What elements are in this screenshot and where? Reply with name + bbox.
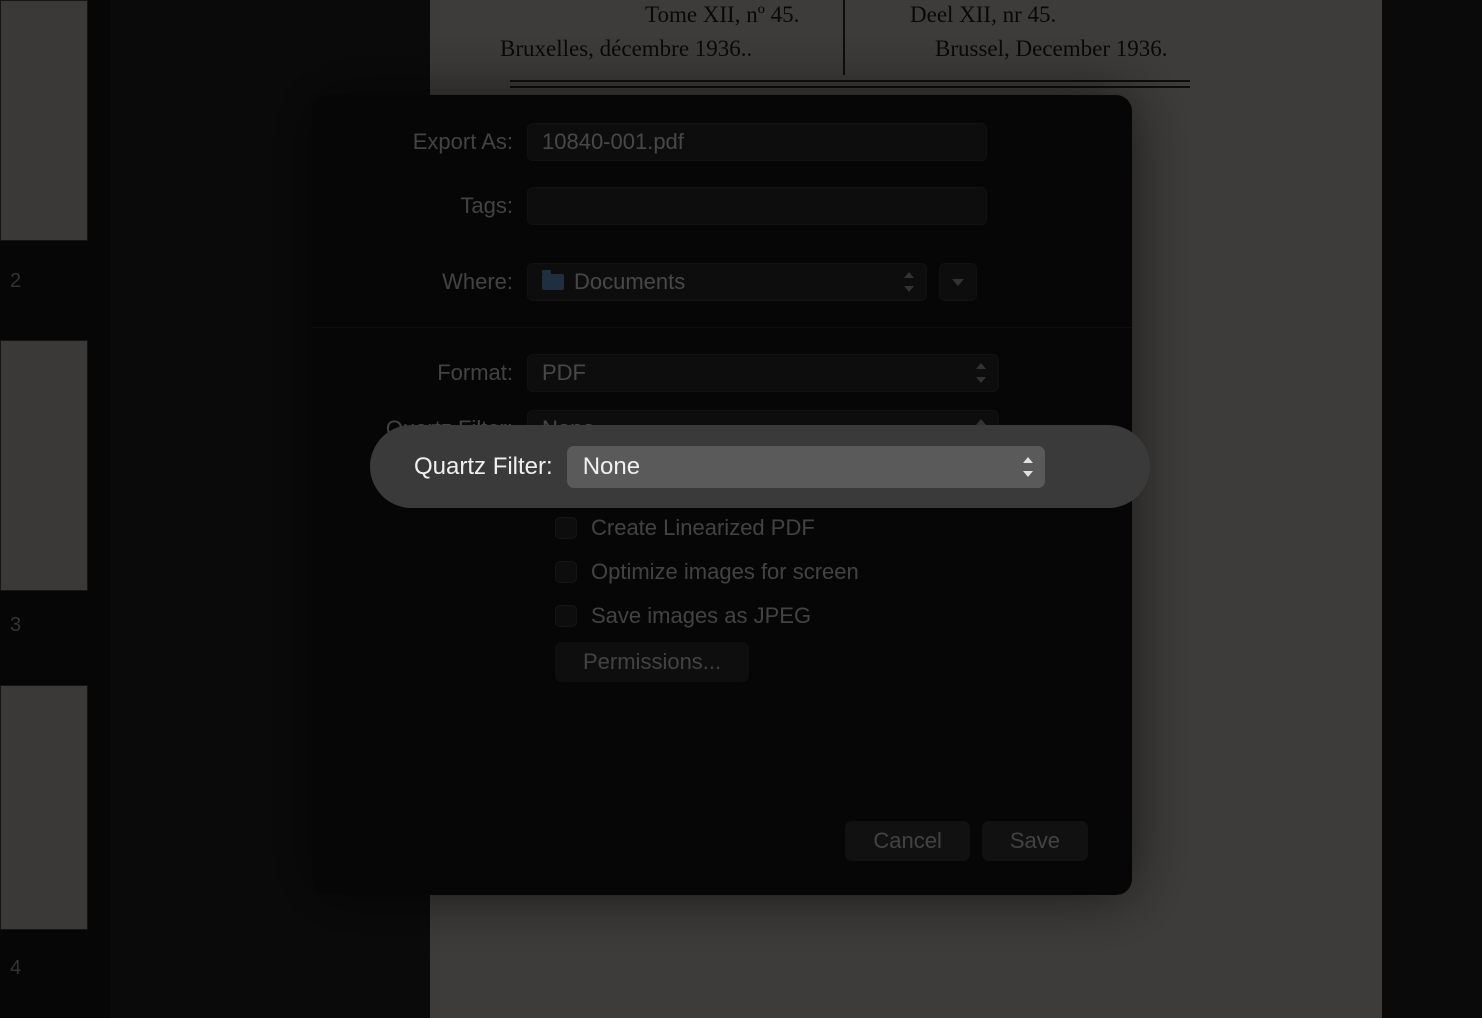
create-linearized-label: Create Linearized PDF bbox=[591, 515, 815, 541]
thumbnail-number: 4 bbox=[10, 957, 21, 980]
export-as-input[interactable]: 10840-001.pdf bbox=[527, 123, 987, 161]
create-linearized-row[interactable]: Create Linearized PDF bbox=[312, 506, 1132, 550]
quartz-filter-label: Quartz Filter: bbox=[414, 453, 553, 481]
thumbnail-number: 3 bbox=[10, 614, 21, 637]
thumbnail bbox=[0, 0, 88, 241]
page-text-right-1: Deel XII, nr 45. bbox=[910, 2, 1056, 28]
thumbnail bbox=[0, 340, 88, 591]
checkbox[interactable] bbox=[555, 517, 577, 539]
export-as-value: 10840-001.pdf bbox=[542, 129, 684, 155]
page-header-rule bbox=[510, 80, 1190, 82]
updown-icon bbox=[902, 272, 916, 292]
folder-icon bbox=[542, 274, 564, 290]
tags-input[interactable] bbox=[527, 187, 987, 225]
quartz-filter-value: None bbox=[583, 453, 640, 481]
permissions-button[interactable]: Permissions... bbox=[555, 642, 749, 682]
updown-icon bbox=[974, 363, 988, 383]
quartz-filter-row-highlight: Quartz Filter: None bbox=[370, 425, 1150, 508]
where-value: Documents bbox=[574, 269, 685, 295]
expand-location-button[interactable] bbox=[939, 263, 977, 301]
optimize-images-row[interactable]: Optimize images for screen bbox=[312, 550, 1132, 594]
format-select[interactable]: PDF bbox=[527, 354, 999, 392]
checkbox[interactable] bbox=[555, 605, 577, 627]
checkbox[interactable] bbox=[555, 561, 577, 583]
optimize-images-label: Optimize images for screen bbox=[591, 559, 859, 585]
export-as-label: Export As: bbox=[312, 129, 527, 155]
quartz-filter-select[interactable]: None bbox=[567, 446, 1045, 488]
page-column-divider bbox=[843, 0, 845, 75]
where-select[interactable]: Documents bbox=[527, 263, 927, 301]
thumbnail-number: 2 bbox=[10, 270, 21, 293]
tags-label: Tags: bbox=[312, 193, 527, 219]
where-label: Where: bbox=[312, 269, 527, 295]
page-text-left-2: Bruxelles, décembre 1936.. bbox=[500, 36, 752, 62]
thumbnail-sidebar: 2 3 4 bbox=[0, 0, 110, 1018]
page-text-left-1: Tome XII, nº 45. bbox=[645, 2, 799, 28]
updown-icon bbox=[1021, 457, 1035, 477]
format-label: Format: bbox=[312, 360, 527, 386]
format-value: PDF bbox=[542, 360, 586, 386]
save-button[interactable]: Save bbox=[982, 821, 1088, 861]
save-jpeg-label: Save images as JPEG bbox=[591, 603, 811, 629]
page-header-rule bbox=[510, 86, 1190, 88]
cancel-button[interactable]: Cancel bbox=[845, 821, 969, 861]
save-jpeg-row[interactable]: Save images as JPEG bbox=[312, 594, 1132, 638]
thumbnail bbox=[0, 685, 88, 930]
page-text-right-2: Brussel, December 1936. bbox=[935, 36, 1168, 62]
dialog-divider bbox=[312, 327, 1132, 328]
